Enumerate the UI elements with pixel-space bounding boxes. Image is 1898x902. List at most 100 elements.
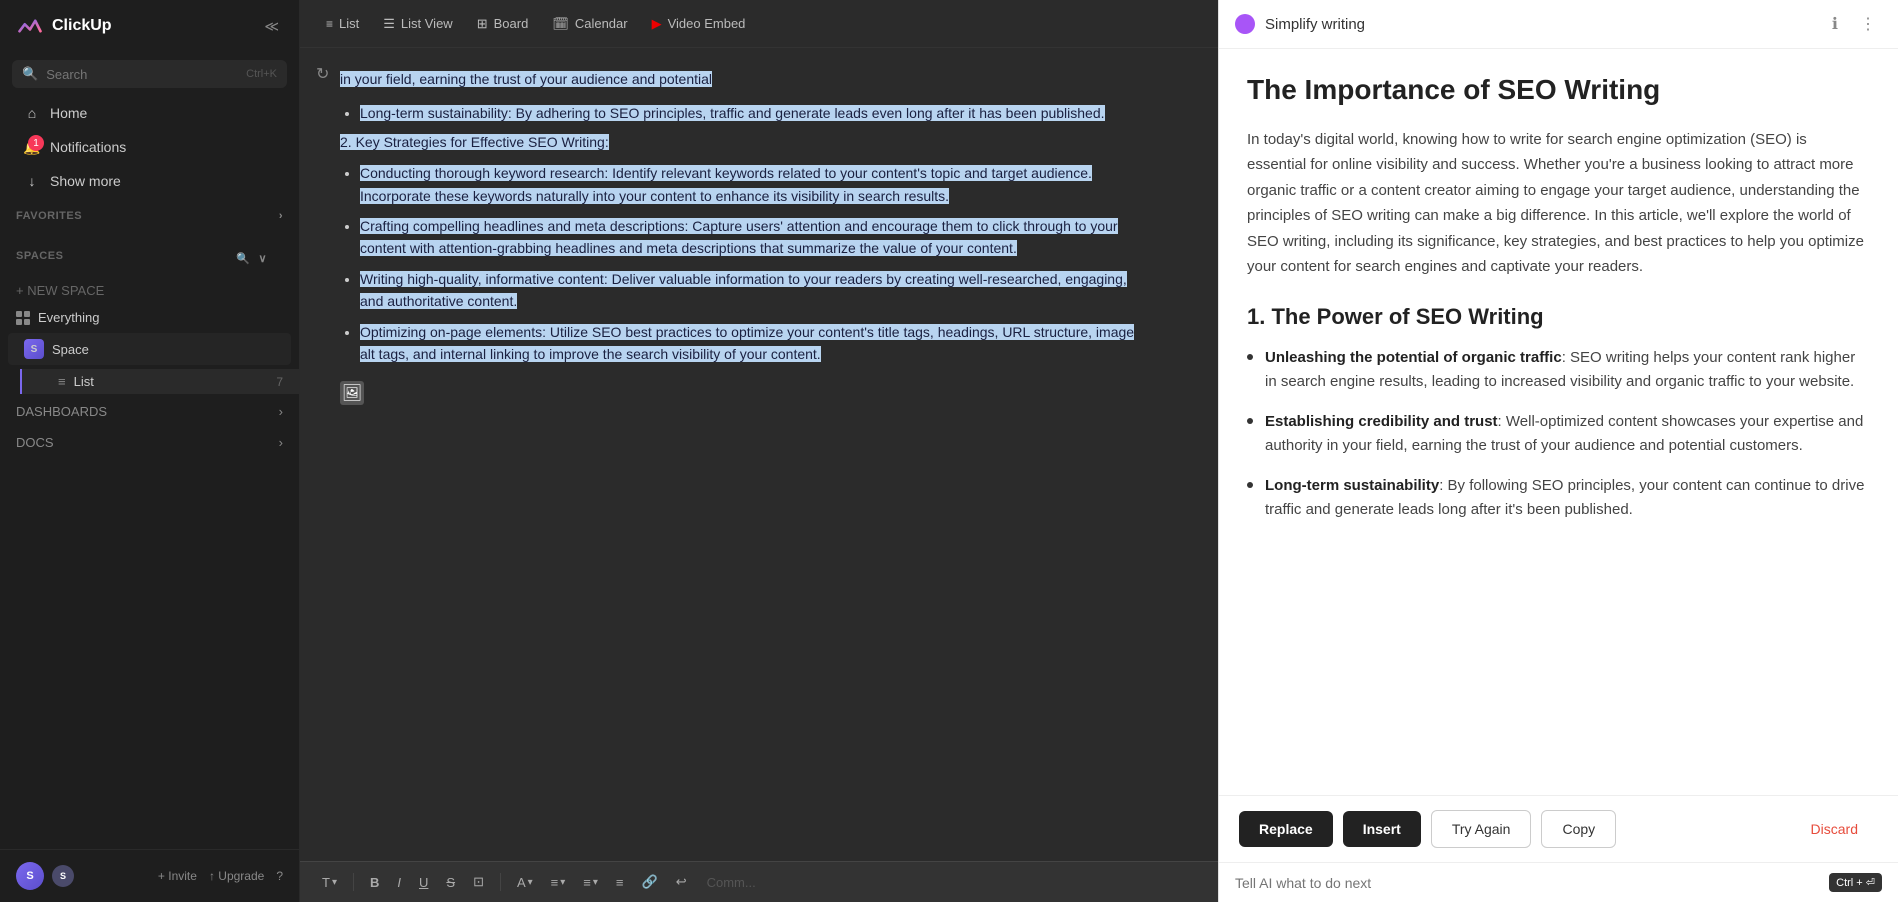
sidebar-item-home-label: Home [50,105,87,121]
footer-left: S S [16,862,74,890]
link-button[interactable]: 🔗 [636,870,664,894]
ai-header-left: Simplify writing [1235,14,1365,34]
ai-header-right: ℹ ⋮ [1826,12,1882,36]
ai-main-title: The Importance of SEO Writing [1247,73,1870,107]
search-input[interactable] [46,67,238,82]
ai-bullet-sustainability: Long-term sustainability: By following S… [1247,474,1870,522]
favorites-expand-icon[interactable]: › [279,210,283,222]
sidebar-item-home[interactable]: ⌂ Home [8,97,291,129]
space-icon: S [24,339,44,359]
spaces-label: SPACES [16,250,63,262]
bullet-keyword-research: Conducting thorough keyword research: Id… [360,162,1140,207]
bullet-item-sustainability: Long-term sustainability: By adhering to… [360,102,1140,124]
sidebar-footer: S S + Invite ↑ Upgrade ? [0,849,299,902]
ai-input-field[interactable] [1235,875,1829,891]
bell-icon: 🔔 1 [24,139,40,155]
new-space-label: + NEW SPACE [16,283,104,298]
spaces-expand-icon[interactable]: ∨ [258,252,267,265]
strikethrough-button[interactable]: S [440,871,461,894]
bullet-bold-3: Long-term sustainability [1265,477,1439,494]
high-quality-text: Writing high-quality, informative conten… [360,271,1127,309]
sidebar-item-list-label: List [74,374,94,389]
tab-video-embed[interactable]: ▶ Video Embed [642,10,756,38]
bullet-dot-1 [1247,354,1253,360]
top-bar: ≡ List ☰ List View ⊞ Board 🗓 Calendar ▶ … [300,0,1218,48]
avatar-secondary: S [52,865,74,887]
align-button[interactable]: ≡ ▾ [545,871,572,894]
ai-panel-title: Simplify writing [1265,16,1365,33]
sidebar-item-notifications[interactable]: 🔔 1 Notifications [8,131,291,163]
tab-list-view[interactable]: ☰ List View [373,10,462,38]
help-button[interactable]: ? [276,869,283,883]
home-icon: ⌂ [24,105,40,121]
list-icon: ≡ [58,374,66,389]
sidebar-item-dashboards[interactable]: DASHBOARDS › [0,396,299,427]
spaces-section-header: SPACES 🔍 ∨ [0,228,299,277]
copy-button[interactable]: Copy [1541,810,1616,848]
text-color-button[interactable]: A ▾ [511,871,539,894]
upgrade-button[interactable]: ↑ Upgrade [209,869,264,883]
bold-button[interactable]: B [364,871,385,894]
favorites-section-header: FAVORITES › [0,198,299,228]
insert-button[interactable]: Insert [1343,811,1421,847]
calendar-tab-label: Calendar [575,16,628,31]
sidebar-item-docs[interactable]: DOCS › [0,427,299,458]
italic-button[interactable]: I [391,871,407,894]
logo-area: ClickUp [16,12,112,40]
list-view-tab-label: List View [401,16,453,31]
text-style-button[interactable]: T ▾ [316,871,343,894]
search-bar[interactable]: 🔍 Ctrl+K [12,60,287,88]
dashboards-expand-icon[interactable]: › [279,404,283,419]
bullet-bold-2: Establishing credibility and trust [1265,413,1498,430]
board-tab-label: Board [494,16,529,31]
intro-highlighted: in your field, earning the trust of your… [340,71,712,87]
app-name: ClickUp [52,17,112,35]
tab-list[interactable]: ≡ List [316,10,369,37]
sidebar-item-space-label: Space [52,342,89,357]
ai-icon [1235,14,1255,34]
intro-text: in your field, earning the trust of your… [340,68,1140,92]
ai-panel: Simplify writing ℹ ⋮ The Importance of S… [1218,0,1898,902]
section2-label: 2. Key Strategies for Effective SEO Writ… [340,134,609,150]
collapse-sidebar-button[interactable]: ≪ [260,14,283,39]
table-button[interactable]: ⊡ [467,870,490,894]
undo-button[interactable]: ↩ [670,870,693,894]
try-again-button[interactable]: Try Again [1431,810,1532,848]
avatar-stack: S [52,865,74,887]
ai-info-button[interactable]: ℹ [1826,12,1844,36]
sidebar-item-space[interactable]: S Space [8,333,291,365]
replace-button[interactable]: Replace [1239,811,1333,847]
bullet-dot-3 [1247,482,1253,488]
tab-board[interactable]: ⊞ Board [467,10,539,38]
discard-button[interactable]: Discard [1791,811,1878,847]
bullet-list: Long-term sustainability: By adhering to… [340,102,1140,124]
ai-input-shortcut: Ctrl + ⏎ [1829,873,1882,892]
grid-icon [16,311,30,325]
bullet-dot-2 [1247,418,1253,424]
docs-expand-icon[interactable]: › [279,435,283,450]
list-button[interactable]: ≡ ▾ [577,871,604,894]
sustainability-text: Long-term sustainability: By adhering to… [360,105,1105,121]
bullet-high-quality: Writing high-quality, informative conten… [360,268,1140,313]
new-space-button[interactable]: + NEW SPACE [0,277,299,304]
sidebar-item-list[interactable]: ≡ List 7 [20,369,299,394]
tab-calendar[interactable]: 🗓 Calendar [542,10,637,38]
invite-button[interactable]: + Invite [158,869,197,883]
favorites-label: FAVORITES [16,210,82,222]
indent-button[interactable]: ≡ [610,871,630,894]
refresh-button[interactable]: ↻ [316,64,329,84]
search-icon: 🔍 [22,66,38,82]
headlines-text: Crafting compelling headlines and meta d… [360,218,1118,256]
calendar-tab-icon: 🗓 [552,16,569,32]
sidebar-item-everything[interactable]: Everything [0,304,299,331]
video-embed-tab-label: Video Embed [668,16,746,31]
editor-toolbar: T ▾ B I U S ⊡ A ▾ ≡ ▾ ≡ ▾ ≡ 🔗 ↩ Comm... [300,861,1218,902]
list-count: 7 [276,375,283,389]
ai-more-button[interactable]: ⋮ [1854,12,1882,36]
list-view-tab-icon: ☰ [383,16,395,32]
on-page-text: Optimizing on-page elements: Utilize SEO… [360,324,1134,362]
chevron-down-icon: ↓ [24,173,40,189]
sidebar-item-show-more[interactable]: ↓ Show more [8,165,291,197]
underline-button[interactable]: U [413,871,434,894]
spaces-search-icon[interactable]: 🔍 [236,252,250,265]
